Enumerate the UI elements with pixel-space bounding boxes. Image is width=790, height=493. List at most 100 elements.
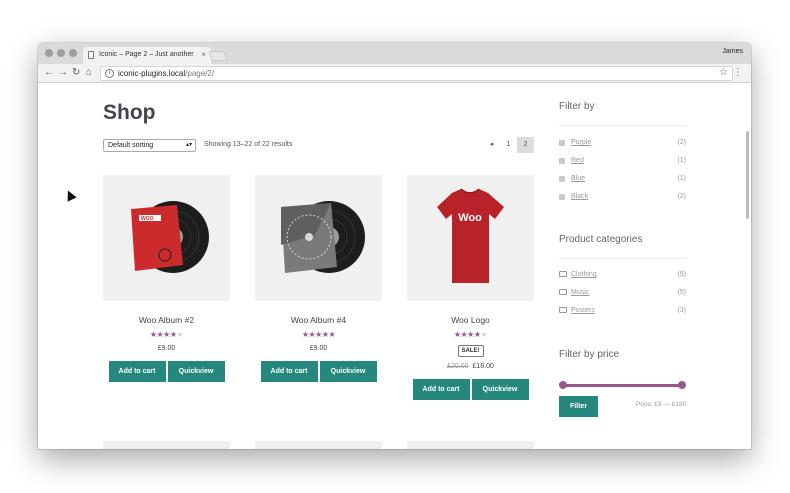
filter-label[interactable]: Blue (571, 175, 585, 182)
product-card: WOO Woo Album #2 ★★★★★ £9.00 Add to cart… (103, 175, 230, 382)
page-icon (88, 51, 94, 59)
price-slider-min-handle[interactable] (559, 381, 567, 389)
filter-label[interactable]: Purple (571, 139, 591, 146)
maximize-window-icon[interactable] (69, 49, 77, 57)
category-label[interactable]: Clothing (571, 271, 597, 278)
category-label[interactable]: Posters (571, 307, 595, 314)
star-rating: ★★★★★ (453, 330, 488, 339)
filter-count: (2) (677, 193, 686, 200)
mouse-cursor-icon (63, 188, 77, 202)
product-price: £9.00 (157, 345, 176, 352)
product-price: £9.00 (309, 345, 328, 352)
close-window-icon[interactable] (45, 49, 53, 57)
checkbox-icon[interactable] (559, 140, 565, 146)
product-categories-heading: Product categories (559, 234, 643, 245)
product-image[interactable] (255, 175, 382, 301)
svg-text:Woo: Woo (458, 212, 482, 224)
url-host: iconic-plugins.local (118, 69, 186, 78)
category-count: (3) (677, 307, 686, 314)
product-image[interactable] (407, 441, 534, 449)
sale-badge: SALE! (457, 345, 484, 357)
add-to-cart-button[interactable]: Add to cart (108, 361, 166, 382)
product-name[interactable]: Woo Logo (407, 315, 534, 325)
price-slider-track[interactable] (562, 384, 681, 387)
product-name[interactable]: Woo Album #2 (103, 315, 230, 325)
category-item-posters[interactable]: Posters (3) (559, 307, 686, 317)
reload-icon[interactable]: ↻ (72, 67, 80, 79)
tab-title: Iconic – Page 2 – Just another (99, 51, 194, 58)
url-path: /page/2/ (185, 69, 215, 78)
filter-count: (2) (677, 139, 686, 146)
product-image[interactable] (255, 441, 382, 449)
category-label[interactable]: Music (571, 289, 589, 296)
filter-button[interactable]: Filter (559, 396, 598, 417)
address-bar[interactable]: i iconic-plugins.local/page/2/ ☆ (100, 66, 733, 81)
page-viewport: Shop Default sorting ▴▾ Showing 13–22 of… (38, 83, 751, 449)
minimize-window-icon[interactable] (57, 49, 65, 57)
quickview-button[interactable]: Quickview (471, 379, 529, 400)
previous-page-icon[interactable]: ◂ (483, 137, 500, 153)
checkbox-icon[interactable] (559, 194, 565, 200)
close-tab-icon[interactable]: × (201, 50, 206, 59)
regular-price: £20.00 (447, 363, 469, 370)
forward-icon[interactable]: → (58, 67, 68, 79)
checkbox-icon[interactable] (559, 158, 565, 164)
scrollbar-thumb[interactable] (746, 131, 749, 219)
bookmark-star-icon[interactable]: ☆ (719, 67, 728, 78)
select-arrows-icon: ▴▾ (185, 142, 192, 148)
filter-by-heading: Filter by (559, 101, 595, 112)
tshirt-image: Woo (437, 188, 504, 283)
new-tab-button[interactable] (208, 51, 228, 61)
product-image[interactable] (103, 441, 230, 449)
browser-tab[interactable]: Iconic – Page 2 – Just another × (83, 47, 211, 64)
filter-item-black[interactable]: Black (2) (559, 193, 686, 203)
filter-item-blue[interactable]: Blue (1) (559, 175, 686, 185)
quickview-button[interactable]: Quickview (319, 361, 377, 382)
star-rating: ★★★★★ (301, 330, 336, 339)
star-rating: ★★★★★ (149, 330, 184, 339)
filter-by-price-heading: Filter by price (559, 349, 620, 360)
price-range-text: Price: £9 — £180 (636, 401, 687, 408)
profile-name[interactable]: James (722, 48, 743, 55)
filter-label[interactable]: Red (571, 157, 584, 164)
browser-toolbar: ← → ↻ ⌂ i iconic-plugins.local/page/2/ ☆… (38, 64, 751, 83)
folder-icon (559, 307, 567, 313)
back-icon[interactable]: ← (44, 67, 54, 79)
product-image[interactable]: WOO (103, 175, 230, 301)
sorting-select[interactable]: Default sorting ▴▾ (103, 139, 196, 152)
add-to-cart-button[interactable]: Add to cart (412, 379, 470, 400)
album-image: WOO (131, 201, 209, 273)
category-item-music[interactable]: Music (5) (559, 289, 686, 299)
filter-count: (1) (677, 157, 686, 164)
product-card: Woo Album #4 ★★★★★ £9.00 Add to cart Qui… (255, 175, 382, 382)
divider (559, 125, 686, 126)
filter-item-purple[interactable]: Purple (2) (559, 139, 686, 149)
sorting-value: Default sorting (108, 142, 154, 149)
browser-menu-icon[interactable]: ⋮ (733, 67, 743, 78)
price-slider-max-handle[interactable] (678, 381, 686, 389)
folder-icon (559, 289, 567, 295)
filter-label[interactable]: Black (571, 193, 588, 200)
divider (559, 258, 686, 259)
page-link[interactable]: 1 (500, 137, 517, 153)
product-card: Woo Woo Logo ★★★★★ SALE! £20.00 £18.00 Ad… (407, 175, 534, 400)
pagination: ◂ 1 2 (483, 137, 534, 153)
checkbox-icon[interactable] (559, 176, 565, 182)
category-count: (5) (677, 289, 686, 296)
filter-item-red[interactable]: Red (1) (559, 157, 686, 167)
sale-price: £18.00 (472, 363, 494, 370)
folder-icon (559, 271, 567, 277)
page-title: Shop (103, 101, 156, 124)
category-item-clothing[interactable]: Clothing (9) (559, 271, 686, 281)
product-image[interactable]: Woo (407, 175, 534, 301)
product-name[interactable]: Woo Album #4 (255, 315, 382, 325)
info-icon[interactable]: i (105, 69, 114, 78)
result-count: Showing 13–22 of 22 results (204, 141, 293, 148)
tab-strip: Iconic – Page 2 – Just another × James (38, 43, 751, 64)
filter-count: (1) (677, 175, 686, 182)
add-to-cart-button[interactable]: Add to cart (260, 361, 318, 382)
quickview-button[interactable]: Quickview (167, 361, 225, 382)
category-count: (9) (677, 271, 686, 278)
album-image (281, 201, 365, 273)
home-icon[interactable]: ⌂ (86, 67, 92, 79)
